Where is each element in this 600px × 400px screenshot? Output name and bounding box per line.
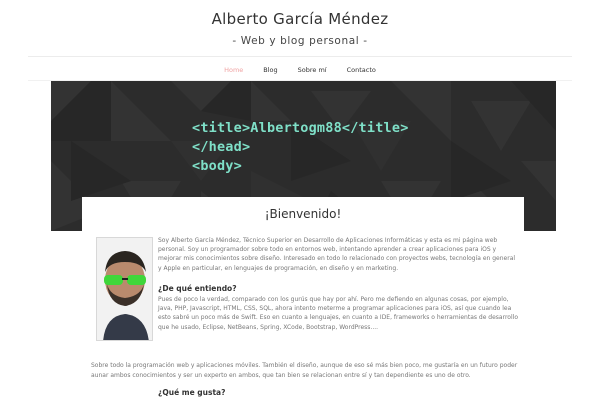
- site-tagline: - Web y blog personal -: [232, 35, 368, 47]
- nav-item-blog[interactable]: Blog: [253, 64, 287, 78]
- intro-paragraph: Soy Alberto García Méndez, Técnico Super…: [158, 237, 516, 272]
- profile-photo: [96, 237, 153, 341]
- header-divider: [28, 56, 572, 57]
- welcome-heading: ¡Bienvenido!: [264, 207, 342, 221]
- hero-code-line: </head>: [192, 139, 251, 155]
- section-heading-skills: ¿De qué entiendo?: [158, 284, 237, 293]
- site-title[interactable]: Alberto García Méndez: [0, 10, 600, 28]
- hero-code-line: <body>: [192, 158, 242, 174]
- section-heading-likes: ¿Qué me gusta?: [158, 388, 226, 397]
- nav-item-home[interactable]: Home: [214, 64, 253, 78]
- nav-item-sobre-mi[interactable]: Sobre mí: [288, 64, 337, 78]
- likes-paragraph: Sobre todo la programación web y aplicac…: [91, 362, 518, 379]
- site-header: Alberto García Méndez - Web y blog perso…: [0, 0, 600, 56]
- skills-paragraph: Pues de poco la verdad, comparado con lo…: [158, 296, 518, 331]
- nav-item-contacto[interactable]: Contacto: [337, 64, 386, 78]
- avatar: [97, 238, 152, 340]
- main-nav: Home Blog Sobre mí Contacto: [0, 64, 600, 78]
- hero-code-line: <title>Albertogm88</title>: [192, 120, 409, 136]
